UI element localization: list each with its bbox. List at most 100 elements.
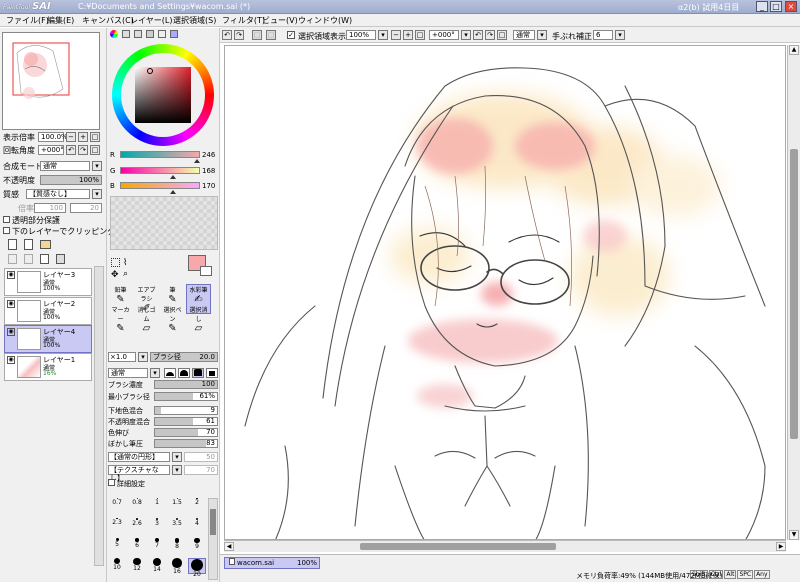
brush-presets-scrollbar[interactable] [208,498,218,580]
brush-shape-square-icon[interactable] [206,368,218,378]
clip-group-checkbox[interactable]: 下のレイヤーでクリッピング [3,226,115,237]
visibility-eye-icon[interactable]: ◉ [7,356,15,364]
texture-select[interactable]: 【質感なし】 [26,189,90,199]
tool-eraser[interactable]: 消しゴム ▱ [134,304,159,334]
merge-down-icon[interactable] [24,254,33,264]
redo-icon[interactable]: ↷ [234,30,244,40]
document-tab[interactable]: wacom.sai 100% [224,557,320,569]
brush-size-preset[interactable]: 4 [188,518,206,534]
folder-icon[interactable] [40,240,51,249]
angle-value[interactable]: +000° [38,145,64,155]
canvas-rotate-reset-icon[interactable]: □ [497,30,507,40]
visibility-eye-icon[interactable]: ◉ [7,328,15,336]
swatch-mode-icon[interactable] [158,30,166,38]
brush-size-preset[interactable]: 2.3 [108,518,126,534]
canvas-rotate-right-icon[interactable]: ↷ [485,30,495,40]
opacity-slider[interactable]: 100% [40,175,102,185]
zoom-tool-icon[interactable]: ⌕ [123,269,128,279]
texture-scale[interactable]: 100 [34,203,66,213]
blur-pressure-slider[interactable]: 83 [154,439,218,448]
stabilizer-select[interactable]: 6 [593,30,613,40]
canvas-rotate-left-icon[interactable]: ↶ [473,30,483,40]
rotate-right-button[interactable]: ↷ [78,145,88,155]
density-slider[interactable]: 100 [154,380,218,389]
brush-shape-round-icon[interactable] [178,368,190,378]
blend-mode-dropdown-icon[interactable]: ▾ [92,161,102,171]
brush-size-preset[interactable]: 0.7 [108,498,126,514]
brush-texture-dropdown-icon[interactable]: ▾ [172,465,182,475]
canvas-mode-dropdown-icon[interactable]: ▾ [537,30,547,40]
brush-shape-flat-icon[interactable] [164,368,176,378]
menu-window[interactable]: ウィンドウ(W) [298,15,352,26]
menu-selection[interactable]: 選択領域(S) [173,15,216,26]
hsv-slider-mode-icon[interactable] [134,30,142,38]
brush-size-preset[interactable]: 2.6 [128,518,146,534]
brush-blend-mode-select[interactable]: 通常 [108,368,148,378]
deselect-icon[interactable]: □ [252,30,262,40]
brush-size-preset[interactable]: 1.5 [168,498,186,514]
brush-size-preset[interactable]: 7 [148,538,166,554]
brush-size-preset[interactable]: 8 [168,538,186,554]
stabilizer-dropdown-icon[interactable]: ▾ [615,30,625,40]
blend-mode-select[interactable]: 通常 [40,161,90,171]
texture-dropdown-icon[interactable]: ▾ [92,189,102,199]
min-size-slider[interactable]: 61% [154,392,218,401]
preserve-opacity-checkbox[interactable]: 透明部分保護 [3,215,60,226]
texture-strength[interactable]: 20 [70,203,102,213]
canvas-angle-dropdown-icon[interactable]: ▾ [461,30,471,40]
layer-item[interactable]: ◉ レイヤー1 通常 16% [4,353,92,381]
brush-size-preset[interactable]: 20 [188,558,206,578]
brush-size-preset[interactable]: 10 [108,558,126,574]
scroll-left-arrow-icon[interactable]: ◀ [224,542,234,551]
menu-layer[interactable]: レイヤー(L) [130,15,172,26]
brush-size-preset[interactable]: 3.5 [168,518,186,534]
brush-size-preset[interactable]: 9 [188,538,206,554]
canvas-zoom-reset-icon[interactable]: □ [415,30,425,40]
brush-size-preset[interactable]: 5 [108,538,126,554]
zoom-value[interactable]: 100.0% [38,132,68,142]
r-slider[interactable] [120,151,200,158]
brush-size-preset[interactable]: 0.8 [128,498,146,514]
layer-list-scrollbar[interactable] [94,266,104,566]
layer-item-selected[interactable]: ◉ レイヤー4 通常 100% [4,325,92,353]
menu-view[interactable]: ビュー(V) [262,15,298,26]
brush-shape-strength[interactable]: 50 [184,452,218,462]
canvas-zoom-in-icon[interactable]: + [403,30,413,40]
tool-marker[interactable]: マーカー ✎ [108,304,133,334]
scratchpad-area[interactable] [110,196,218,250]
brush-shape-sharp-icon[interactable] [192,368,204,378]
navigator-preview[interactable] [2,32,100,130]
brush-size-preset[interactable]: 2 [188,498,206,514]
brush-size-preset[interactable]: 3 [148,518,166,534]
canvas-angle-select[interactable]: +000° [429,30,459,40]
horizontal-scroll-thumb[interactable] [360,543,556,550]
visibility-eye-icon[interactable]: ◉ [7,271,15,279]
brush-size-multiplier[interactable]: ×1.0 [108,352,136,362]
transfer-down-icon[interactable] [8,254,17,264]
dilution-slider[interactable]: 61 [154,417,218,426]
layer-item[interactable]: ◉ レイヤー2 通常 100% [4,297,92,325]
mixer-mode-icon[interactable] [146,30,154,38]
secondary-color-swatch[interactable] [200,266,212,276]
canvas-zoom-select[interactable]: 100% [346,30,376,40]
brush-size-preset[interactable]: 12 [128,558,146,574]
layer-item[interactable]: ◉ レイヤー3 通常 100% [4,268,92,296]
rotate-reset-button[interactable]: □ [90,145,100,155]
brush-texture-strength[interactable]: 70 [184,465,218,475]
new-layer-icon[interactable] [8,239,17,250]
brush-shape-select[interactable]: 【通常の円形】 [108,452,170,462]
b-slider[interactable] [120,182,200,189]
canvas-horizontal-scrollbar[interactable]: ◀ ▶ [224,540,786,552]
maximize-button[interactable]: □ [770,1,782,12]
minimize-button[interactable]: _ [756,1,768,12]
scroll-down-arrow-icon[interactable]: ▼ [789,530,799,540]
brush-size-preset[interactable]: 14 [148,558,166,574]
saturation-value-square[interactable] [135,67,191,123]
delete-layer-icon[interactable] [56,254,65,264]
persistence-slider[interactable]: 70 [154,428,218,437]
rotate-left-button[interactable]: ↶ [66,145,76,155]
g-slider[interactable] [120,167,200,174]
menu-canvas[interactable]: キャンバス(C) [82,15,134,26]
brush-size-preset[interactable]: 16 [168,558,186,575]
vertical-scroll-thumb[interactable] [790,149,798,439]
